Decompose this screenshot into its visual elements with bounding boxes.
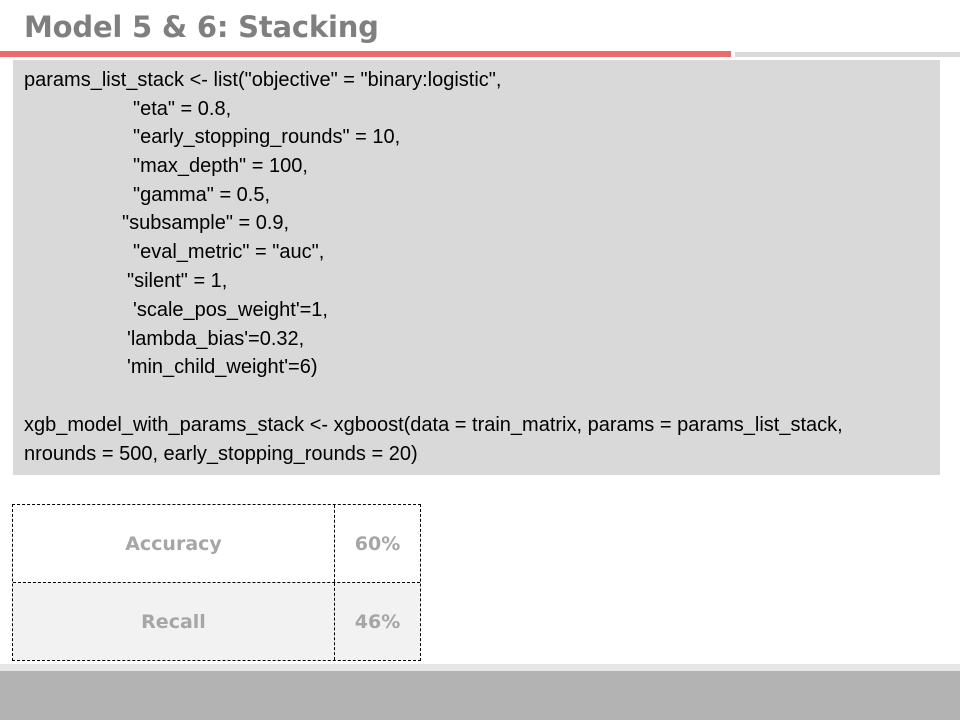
title-underline-gray xyxy=(735,52,960,57)
metric-value: 60% xyxy=(354,532,401,555)
metric-label: Recall xyxy=(13,583,335,660)
code-line-9: 'scale_pos_weight'=1, xyxy=(133,299,328,321)
code-line-2: "eta" = 0.8, xyxy=(133,98,232,120)
metrics-table: Accuracy 60% Recall 46% xyxy=(12,504,421,661)
code-line-1: params_list_stack <- list("objective" = … xyxy=(24,69,502,91)
code-line-4: "max_depth" = 100, xyxy=(133,155,308,177)
code-line-3: "early_stopping_rounds" = 10, xyxy=(133,126,401,148)
code-line-6: "subsample" = 0.9, xyxy=(122,212,290,234)
metrics-row-accuracy: Accuracy 60% xyxy=(13,505,420,582)
code-line-5: "gamma" = 0.5, xyxy=(133,184,271,206)
code-line-8: "silent" = 1, xyxy=(127,270,228,292)
code-line-7: "eval_metric" = "auc", xyxy=(133,241,325,263)
code-line-13: nrounds = 500, early_stopping_rounds = 2… xyxy=(24,443,418,465)
slide-title: Model 5 & 6: Stacking xyxy=(24,10,379,44)
code-block: params_list_stack <- list("objective" = … xyxy=(13,60,940,475)
code-line-12: xgb_model_with_params_stack <- xgboost(d… xyxy=(24,414,843,436)
footer-band xyxy=(0,671,960,720)
metrics-row-recall: Recall 46% xyxy=(13,582,420,660)
footer-band-light xyxy=(0,664,960,671)
metric-label: Accuracy xyxy=(13,505,335,582)
title-underline-accent xyxy=(0,51,731,57)
code-line-11: 'min_child_weight'=6) xyxy=(127,356,318,378)
metric-value: 46% xyxy=(354,610,401,633)
code-line-10: 'lambda_bias'=0.32, xyxy=(127,328,305,350)
